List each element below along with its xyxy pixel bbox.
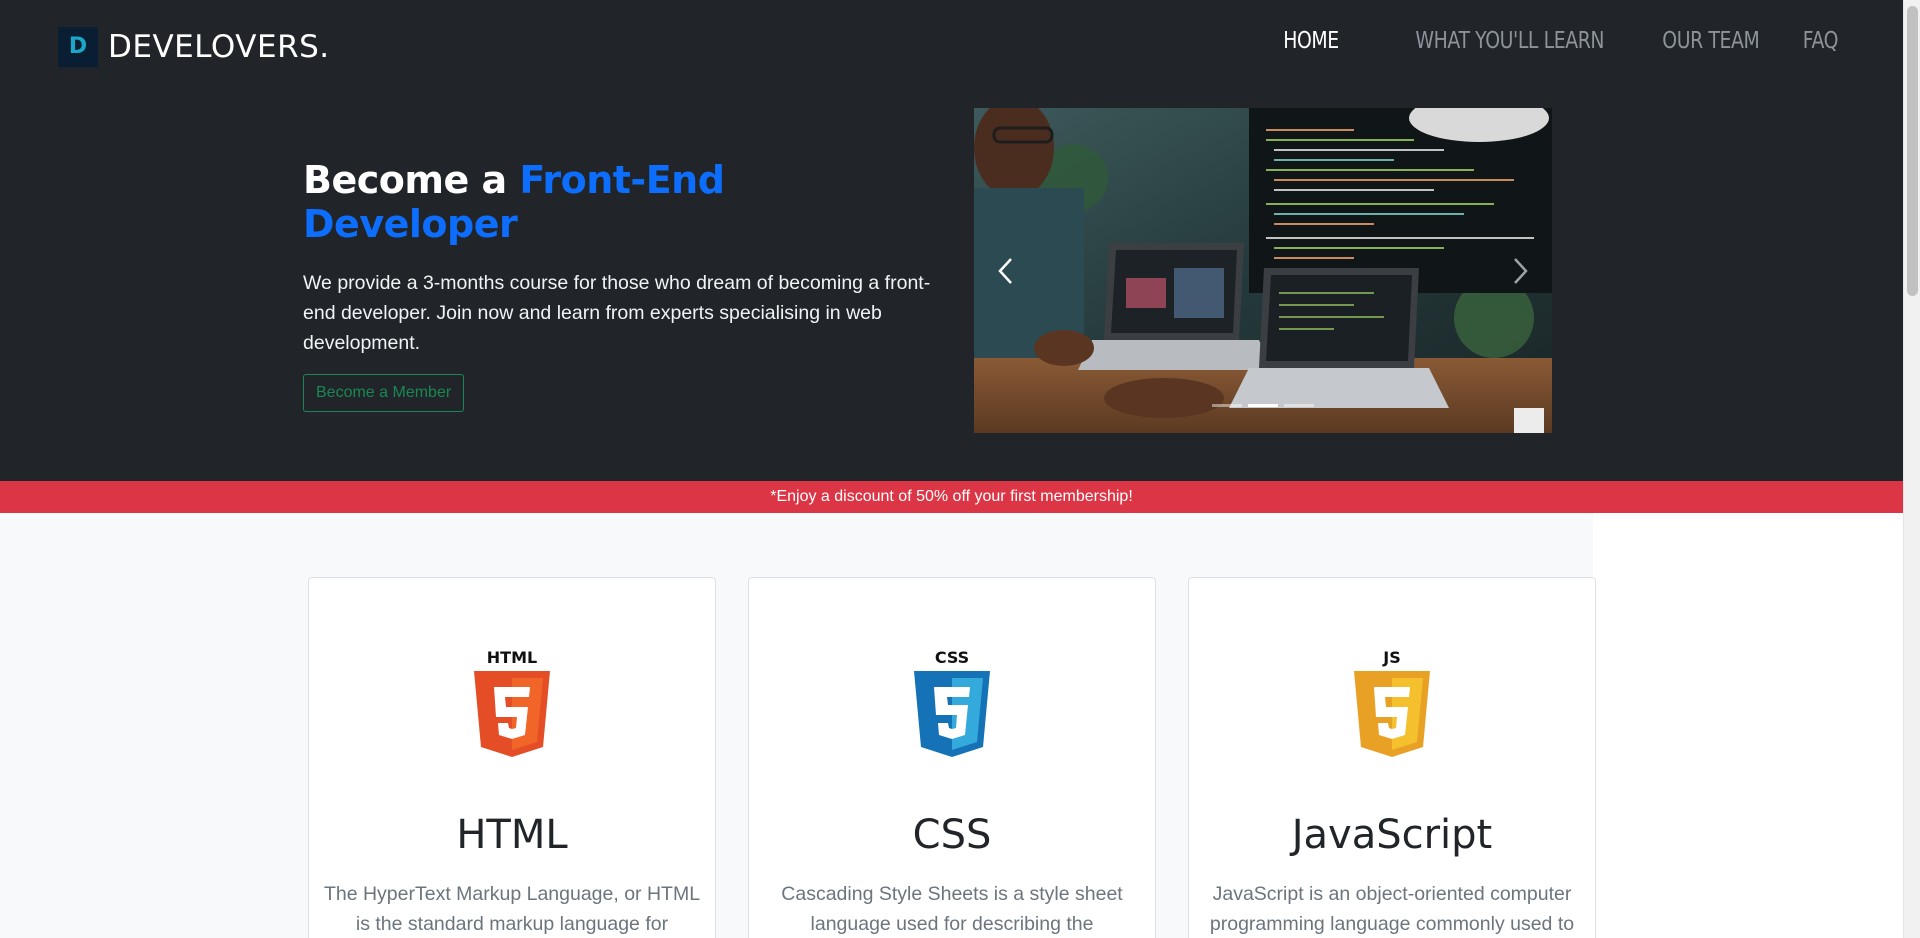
carousel-indicator-1[interactable]: [1212, 404, 1242, 407]
course-card-text: JavaScript is an object-oriented compute…: [1209, 883, 1575, 935]
carousel-indicators: [974, 404, 1552, 407]
nav-link-home[interactable]: HOME: [1283, 28, 1339, 54]
chevron-right-icon: [1514, 258, 1528, 284]
javascript-icon: JS: [1354, 648, 1430, 757]
svg-text:CSS: CSS: [935, 648, 969, 667]
svg-text:JS: JS: [1382, 648, 1400, 667]
svg-text:HTML: HTML: [487, 648, 537, 667]
hero-description: We provide a 3-months course for those w…: [303, 272, 931, 354]
carousel-next-button[interactable]: [1500, 246, 1540, 296]
brand-name: DEVELOVERS.: [108, 29, 330, 65]
promo-banner: *Enjoy a discount of 50% off your first …: [0, 481, 1903, 513]
carousel-indicator-2[interactable]: [1248, 404, 1278, 407]
hero-carousel[interactable]: [974, 108, 1552, 433]
nav-link-our-team[interactable]: OUR TEAM: [1662, 28, 1759, 54]
brand[interactable]: D DEVELOVERS.: [58, 27, 330, 67]
carousel-prev-button[interactable]: [986, 246, 1026, 296]
carousel-slide-image: [974, 108, 1552, 433]
nav-link-what-youll-learn[interactable]: WHAT YOU'LL LEARN: [1416, 28, 1605, 54]
hero-section: D DEVELOVERS. HOME WHAT YOU'LL LEARN OUR…: [0, 0, 1903, 481]
chevron-left-icon: [998, 258, 1012, 284]
scrollbar-thumb[interactable]: [1907, 6, 1918, 296]
hero-text: Become a Front-End Developer We provide …: [303, 158, 933, 412]
carousel-indicator-3[interactable]: [1284, 404, 1314, 407]
main-nav: HOME WHAT YOU'LL LEARN OUR TEAM FAQ: [1271, 28, 1839, 54]
brand-logo: D: [58, 27, 98, 67]
course-card-javascript: JS JavaScript JavaScript is an object-or…: [1188, 577, 1596, 938]
promo-text: *Enjoy a discount of 50% off your first …: [770, 488, 1133, 505]
html5-icon: HTML: [474, 648, 550, 757]
brand-logo-letter: D: [68, 34, 88, 59]
page-scrollbar[interactable]: [1903, 0, 1920, 938]
course-card-html: HTML HTML The HyperText Markup Language,…: [308, 577, 716, 938]
courses-section: HTML HTML The HyperText Markup Language,…: [0, 513, 1903, 938]
course-card-text: Cascading Style Sheets is a style sheet …: [781, 883, 1123, 935]
course-card-css: CSS CSS Cascading Style Sheets is a styl…: [748, 577, 1156, 938]
course-card-text: The HyperText Markup Language, or HTML i…: [323, 883, 701, 935]
course-card-title: HTML: [456, 812, 568, 858]
become-member-button[interactable]: Become a Member: [303, 374, 465, 412]
hero-title-prefix: Become a: [303, 158, 520, 202]
css3-icon: CSS: [914, 648, 990, 757]
course-card-title: JavaScript: [1291, 812, 1493, 858]
course-card-title: CSS: [912, 812, 992, 858]
hero-title: Become a Front-End Developer: [303, 158, 933, 246]
nav-link-faq[interactable]: FAQ: [1803, 28, 1839, 54]
